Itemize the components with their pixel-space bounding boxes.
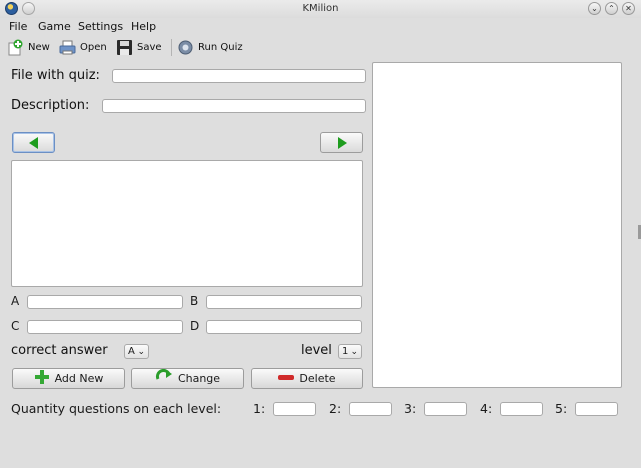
- answer-b-field[interactable]: [206, 295, 362, 309]
- window-title: KMilion: [302, 3, 339, 14]
- menu-settings[interactable]: Settings: [78, 20, 123, 33]
- quantity-level-4-field[interactable]: [500, 402, 543, 416]
- chevron-down-icon: ⌄: [137, 347, 145, 357]
- correct-answer-label: correct answer: [11, 343, 108, 358]
- plus-icon: [34, 369, 50, 388]
- delete-label: Delete: [299, 372, 336, 385]
- question-text-area[interactable]: [11, 160, 363, 287]
- file-field[interactable]: [112, 69, 366, 83]
- save-button[interactable]: Save: [116, 36, 162, 58]
- menu-bar: File Game Settings Help: [0, 18, 641, 35]
- open-printer-icon: [59, 39, 76, 56]
- open-button[interactable]: Open: [59, 36, 107, 58]
- chevron-down-icon: ⌄: [350, 347, 358, 357]
- new-label: New: [28, 41, 50, 53]
- change-label: Change: [177, 372, 221, 385]
- delete-button[interactable]: Delete: [251, 368, 363, 389]
- maximize-button[interactable]: ⌃: [605, 2, 618, 15]
- toolbar-separator: [171, 39, 172, 56]
- quantity-level-5-label: 5:: [555, 401, 568, 416]
- menu-file[interactable]: File: [9, 20, 27, 33]
- title-bar: KMilion ⌄ ⌃ ✕: [0, 0, 641, 18]
- menu-game[interactable]: Game: [38, 20, 71, 33]
- minimize-button[interactable]: ⌄: [588, 2, 601, 15]
- previous-question-button[interactable]: [12, 132, 55, 153]
- left-arrow-icon: [29, 137, 38, 149]
- correct-answer-value: A: [128, 346, 135, 357]
- floppy-disk-icon: [116, 39, 133, 56]
- answer-c-field[interactable]: [27, 320, 183, 334]
- quantity-level-2-field[interactable]: [349, 402, 392, 416]
- quantity-level-3-label: 3:: [404, 401, 417, 416]
- close-button[interactable]: ✕: [622, 2, 635, 15]
- quantity-level-2-label: 2:: [329, 401, 342, 416]
- refresh-icon: [155, 368, 173, 388]
- menu-help[interactable]: Help: [131, 20, 156, 33]
- question-preview-panel: [372, 62, 622, 388]
- right-arrow-icon: [338, 137, 347, 149]
- answer-b-label: B: [190, 294, 199, 308]
- add-new-label: Add New: [54, 372, 104, 385]
- quantity-level-4-label: 4:: [480, 401, 493, 416]
- change-button[interactable]: Change: [131, 368, 244, 389]
- level-select[interactable]: 1 ⌄: [338, 344, 362, 359]
- gear-icon: [177, 39, 194, 56]
- next-question-button[interactable]: [320, 132, 363, 153]
- run-quiz-label: Run Quiz: [198, 41, 243, 53]
- answer-d-field[interactable]: [206, 320, 362, 334]
- answer-d-label: D: [190, 319, 200, 333]
- minus-icon: [278, 372, 295, 385]
- description-field[interactable]: [102, 99, 366, 113]
- description-label: Description:: [11, 98, 90, 113]
- quantity-level-5-field[interactable]: [575, 402, 618, 416]
- save-label: Save: [137, 41, 162, 53]
- run-quiz-button[interactable]: Run Quiz: [177, 36, 243, 58]
- quantity-level-1-field[interactable]: [273, 402, 316, 416]
- quantity-level-3-field[interactable]: [424, 402, 467, 416]
- correct-answer-select[interactable]: A ⌄: [124, 344, 149, 359]
- level-value: 1: [342, 346, 349, 357]
- answer-c-label: C: [11, 319, 20, 333]
- new-button[interactable]: New: [7, 36, 50, 58]
- toolbar: New Open Save Run Quiz: [0, 36, 641, 58]
- file-label: File with quiz:: [11, 68, 100, 83]
- answer-a-field[interactable]: [27, 295, 183, 309]
- quantity-level-1-label: 1:: [253, 401, 266, 416]
- level-label: level: [301, 343, 332, 358]
- answer-a-label: A: [11, 294, 20, 308]
- open-label: Open: [80, 41, 107, 53]
- new-document-icon: [7, 39, 24, 56]
- add-new-button[interactable]: Add New: [12, 368, 125, 389]
- quantity-label: Quantity questions on each level:: [11, 401, 222, 416]
